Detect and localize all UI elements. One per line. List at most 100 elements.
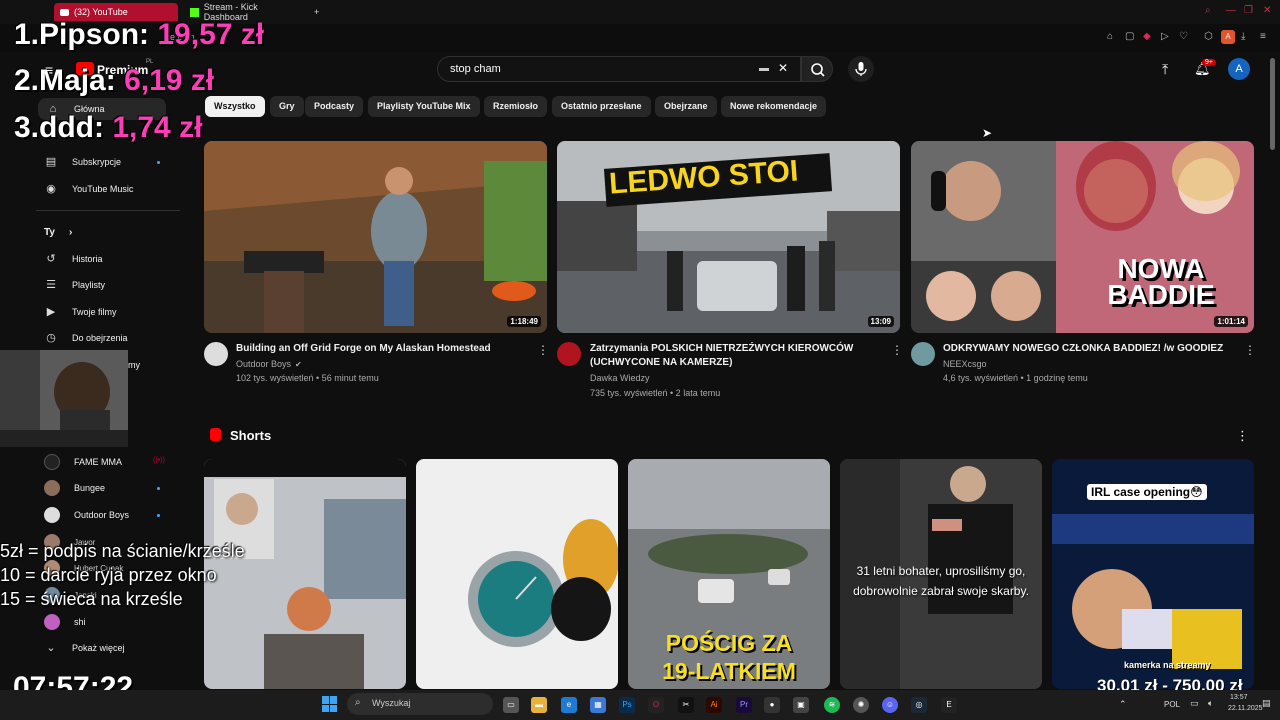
close-window-icon[interactable]: ✕ xyxy=(1263,5,1271,16)
upload-icon[interactable]: ⤒ xyxy=(1162,61,1168,78)
minimize-icon[interactable]: — xyxy=(1226,5,1236,16)
webcam-image xyxy=(0,350,128,447)
sidebar-sub-bungee[interactable]: Bungee xyxy=(44,477,105,499)
video-more-icon[interactable]: ⋮ xyxy=(1244,343,1256,357)
short-card[interactable] xyxy=(204,459,406,689)
capcut-icon[interactable]: ✂ xyxy=(678,697,694,713)
clear-search-icon[interactable]: ✕ xyxy=(778,61,788,75)
video-meta: 4,6 tys. wyświetleń • 1 godzinę temu xyxy=(943,373,1088,383)
search-tabs-icon[interactable]: ⌕ xyxy=(1205,5,1211,16)
video-more-icon[interactable]: ⋮ xyxy=(537,343,549,357)
sidebar-item-subskrypcje[interactable]: ▤ Subskrypcje xyxy=(44,151,121,173)
short-overlay-text: POŚCIG ZA 19-LATKIEM xyxy=(662,630,796,684)
page-scrollbar[interactable] xyxy=(1270,58,1275,150)
sidebar-item-label: Subskrypcje xyxy=(72,157,122,167)
heart-icon[interactable]: ♡ xyxy=(1179,31,1188,42)
channel-avatar[interactable] xyxy=(557,342,581,366)
notification-center-icon[interactable]: ▤ xyxy=(1262,698,1271,709)
edge-icon[interactable]: e xyxy=(561,697,577,713)
taskbar-search[interactable]: Wyszukaj xyxy=(347,693,493,715)
sidebar-item-label: Historia xyxy=(72,254,103,264)
rank-name: ddd: xyxy=(39,111,104,144)
sidebar-item-twoje-filmy[interactable]: ▶ Twoje filmy xyxy=(44,301,117,323)
steam-icon[interactable]: ◎ xyxy=(911,697,927,713)
illustrator-icon[interactable]: Ai xyxy=(706,697,722,713)
play-icon[interactable]: ▷ xyxy=(1161,31,1169,42)
sidebar-sub-fame-mma[interactable]: FAME MMA xyxy=(44,451,122,473)
taskbar-date[interactable]: 22.11.2025 xyxy=(1228,705,1263,712)
sidebar-sub-outdoor-boys[interactable]: Outdoor Boys xyxy=(44,504,129,526)
photoshop-icon[interactable]: Ps xyxy=(619,697,635,713)
app-icon[interactable]: ▣ xyxy=(793,697,809,713)
chip-wszystko[interactable]: Wszystko xyxy=(205,96,265,117)
rank-number: 3. xyxy=(14,111,40,144)
windows-start-icon[interactable] xyxy=(322,696,338,712)
search-input[interactable]: stop cham xyxy=(437,56,801,82)
profile-icon[interactable]: A xyxy=(1221,30,1235,44)
store-icon[interactable]: ▦ xyxy=(590,697,606,713)
shorts-more-icon[interactable]: ⋮ xyxy=(1236,428,1249,444)
video-title[interactable]: ODKRYWAMY NOWEGO CZŁONKA BADDIEZ! /w GOO… xyxy=(943,342,1233,356)
video-channel[interactable]: Outdoor Boys xyxy=(236,357,291,372)
video-thumbnail-forge[interactable]: 1:18:49 xyxy=(204,141,547,333)
premiere-icon[interactable]: Pr xyxy=(736,697,752,713)
monitor-icon[interactable]: ▭ xyxy=(1190,698,1199,709)
chip-rzemioslo[interactable]: Rzemiosło xyxy=(484,96,548,117)
short-card[interactable] xyxy=(416,459,618,689)
shield-icon[interactable]: ◆ xyxy=(1143,31,1151,42)
channel-avatar[interactable] xyxy=(911,342,935,366)
video-title[interactable]: Zatrzymania POLSKICH NIETRZEŹWYCH KIEROW… xyxy=(590,342,880,370)
account-avatar[interactable]: A xyxy=(1228,58,1250,80)
sidebar-item-playlisty[interactable]: ☰ Playlisty xyxy=(44,274,105,296)
video-title[interactable]: Building an Off Grid Forge on My Alaskan… xyxy=(236,342,526,356)
sidebar-item-do-obejrzenia[interactable]: ◷ Do obejrzenia xyxy=(44,327,127,349)
video-channel[interactable]: NEEXcsgo xyxy=(943,357,987,372)
new-tab-button[interactable]: + xyxy=(308,3,325,21)
epic-games-icon[interactable]: E xyxy=(941,697,957,713)
extensions-icon[interactable]: ⬡ xyxy=(1204,31,1213,42)
sidebar-you-header[interactable]: Ty › xyxy=(44,221,72,243)
chip-obejrzane[interactable]: Obejrzane xyxy=(655,96,717,117)
chip-playlisty-mix[interactable]: Playlisty YouTube Mix xyxy=(368,96,480,117)
task-view-icon[interactable]: ▭ xyxy=(503,697,519,713)
download-icon[interactable]: ⤓ xyxy=(1241,31,1245,42)
file-explorer-icon[interactable]: ▬ xyxy=(531,697,547,713)
chip-gry[interactable]: Gry xyxy=(270,96,304,117)
sidebar-item-historia[interactable]: ↺ Historia xyxy=(44,248,103,270)
chip-ostatnio-przeslane[interactable]: Ostatnio przesłane xyxy=(552,96,651,117)
keyboard-icon[interactable]: ▬ xyxy=(759,63,769,74)
search-button[interactable] xyxy=(801,56,833,82)
sidebar-item-youtube-music[interactable]: ◉ YouTube Music xyxy=(44,178,133,200)
channel-avatar[interactable] xyxy=(204,342,228,366)
voice-search-button[interactable] xyxy=(848,56,874,82)
opera-icon[interactable]: O xyxy=(648,697,664,713)
short-card[interactable]: 31 letni bohater, uprosiliśmy go, dobrow… xyxy=(840,459,1042,689)
sidebar-show-more[interactable]: ⌄ Pokaż więcej xyxy=(44,637,124,659)
video-channel[interactable]: Dawka Wiedzy xyxy=(590,371,650,386)
menu-icon[interactable]: ≡ xyxy=(1260,31,1266,42)
you-header-label: Ty xyxy=(44,226,55,238)
discord-icon[interactable]: ☺ xyxy=(882,697,898,713)
chatgpt-icon[interactable]: ✺ xyxy=(853,697,869,713)
screenshot-icon[interactable]: ▢ xyxy=(1125,31,1134,42)
short-card[interactable]: IRL case opening😳 kamerka na streamy xyxy=(1052,459,1254,689)
video-more-icon[interactable]: ⋮ xyxy=(891,343,903,357)
taskbar-time[interactable]: 13:57 xyxy=(1230,694,1248,701)
donation-rank-2: 2.Maja: 6,19 zł xyxy=(14,64,214,98)
bookmark-icon[interactable]: ⌂ xyxy=(1107,31,1113,42)
spotify-icon[interactable]: ≋ xyxy=(824,697,840,713)
video-thumbnail-zatrzymania[interactable]: LEDWO STOI 13:09 xyxy=(557,141,900,333)
tray-chevron-up-icon[interactable]: ⌃ xyxy=(1119,699,1127,710)
donation-info-line: 10 = darcie ryja przez okno xyxy=(0,565,217,585)
video-thumbnail-baddiez[interactable]: NOWA BADDIE 1:01:14 xyxy=(911,141,1254,333)
sidebar-item-liked[interactable]: my xyxy=(128,354,140,376)
chip-podcasty[interactable]: Podcasty xyxy=(305,96,364,117)
volume-icon[interactable]: 🔈︎ xyxy=(1208,698,1213,709)
language-indicator[interactable]: POL xyxy=(1164,700,1180,709)
chip-nowe-rekomendacje[interactable]: Nowe rekomendacje xyxy=(721,96,827,117)
sidebar-sub-shi[interactable]: shi xyxy=(44,611,86,633)
short-card[interactable]: POŚCIG ZA 19-LATKIEM xyxy=(628,459,830,689)
rank-number: 2. xyxy=(14,64,40,97)
obs-icon[interactable]: ● xyxy=(764,697,780,713)
restore-icon[interactable]: ❐ xyxy=(1244,5,1253,16)
